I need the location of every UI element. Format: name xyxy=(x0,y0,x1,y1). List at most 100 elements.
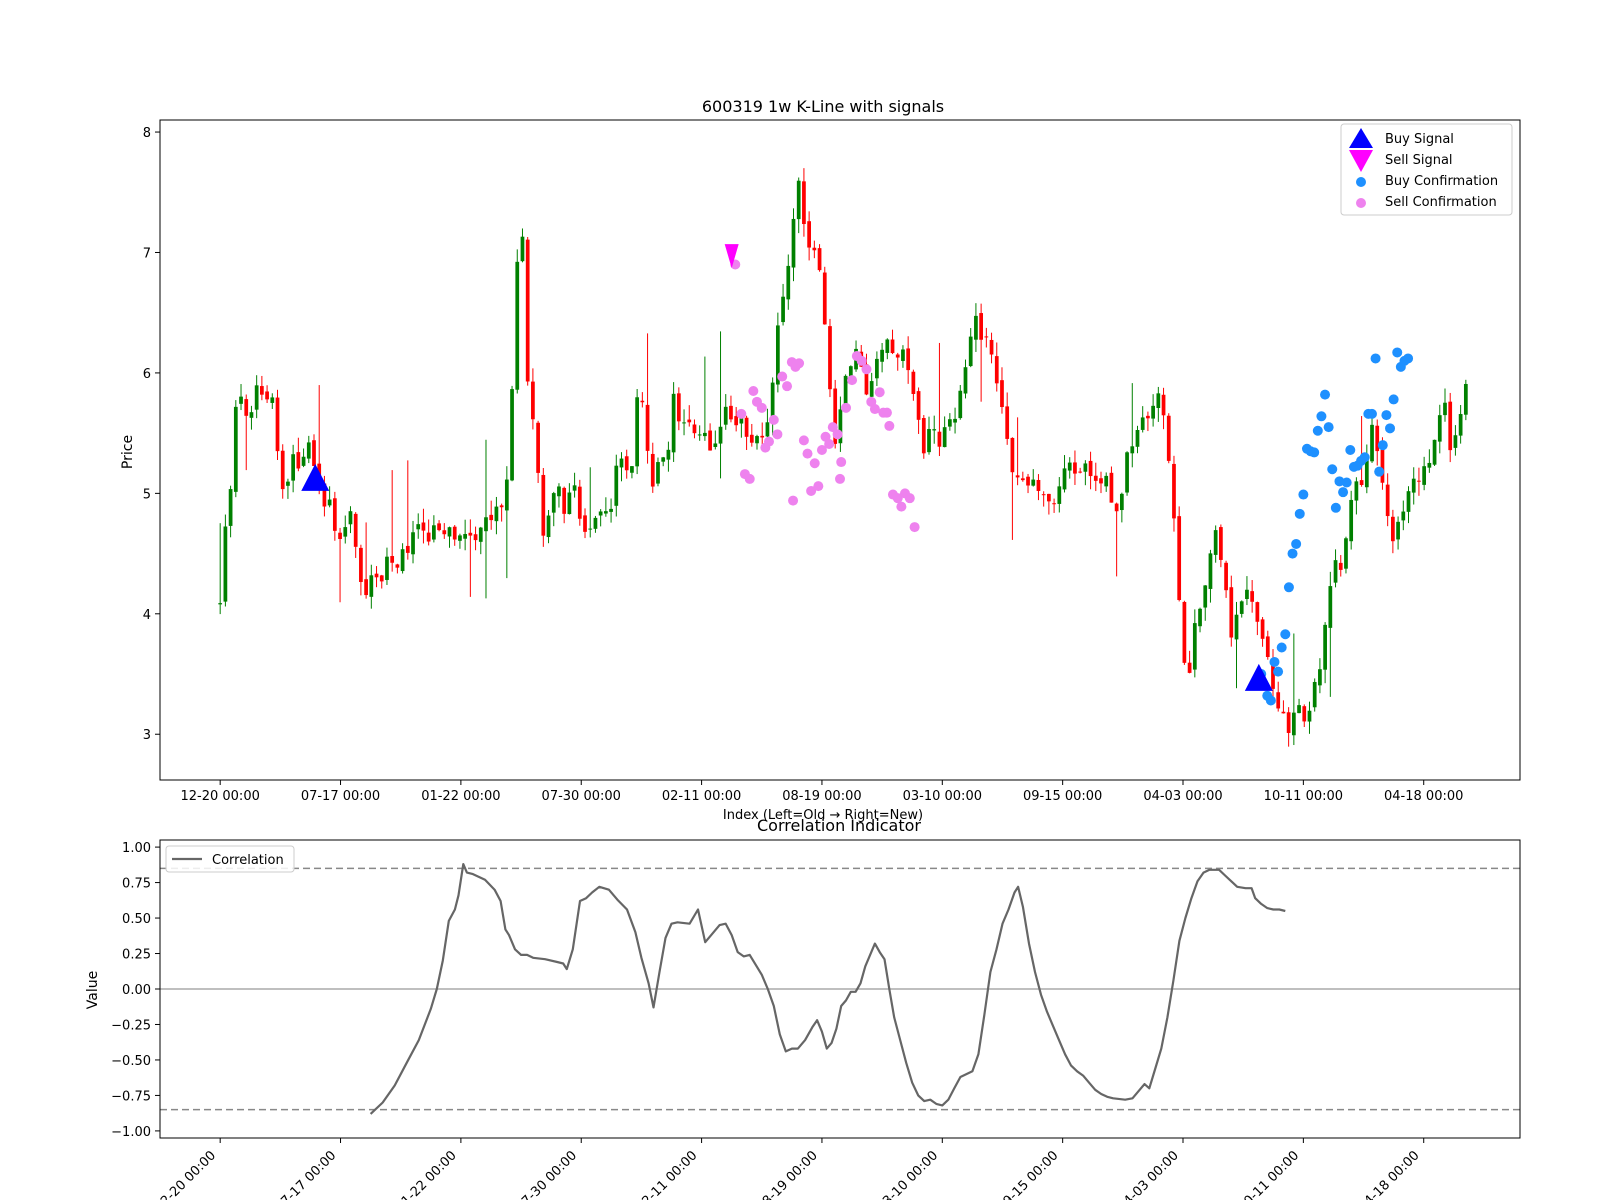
candle xyxy=(880,342,884,373)
candle xyxy=(994,342,999,392)
candle-body xyxy=(525,239,530,382)
candle xyxy=(1265,630,1270,660)
candle-body xyxy=(640,400,645,403)
candle-body xyxy=(697,434,702,436)
candle xyxy=(713,430,718,450)
buy-confirmation-point xyxy=(1377,440,1388,451)
buy-confirmation-point xyxy=(1287,548,1298,559)
kline-xtick-label: 12-20 00:00 xyxy=(180,789,259,804)
candle xyxy=(901,345,905,368)
candle-body xyxy=(395,564,400,568)
candle-body xyxy=(343,527,348,537)
candle-body xyxy=(609,508,613,512)
candle-body xyxy=(974,315,978,340)
candle xyxy=(817,244,822,272)
candle-body xyxy=(1000,380,1004,408)
buy-confirmation-point xyxy=(1341,477,1352,488)
candle-body xyxy=(291,454,296,481)
candle-body xyxy=(249,412,254,418)
candle xyxy=(822,266,827,325)
candle-body xyxy=(1130,446,1135,454)
candle-body xyxy=(452,526,457,540)
candle xyxy=(473,526,478,551)
candle-body xyxy=(1161,394,1166,416)
candle-body xyxy=(885,339,890,353)
candle-body xyxy=(1385,484,1390,517)
candle xyxy=(1250,580,1255,613)
candle xyxy=(1453,425,1458,456)
candle xyxy=(249,405,254,430)
candle-body xyxy=(1391,516,1395,542)
candle xyxy=(364,522,368,599)
candle-body xyxy=(1109,472,1114,503)
candle-body xyxy=(1328,586,1333,628)
candle-body xyxy=(1166,415,1171,461)
candle xyxy=(520,228,525,263)
candle xyxy=(1427,449,1432,473)
candle-body xyxy=(1349,499,1354,542)
candle-body xyxy=(1208,553,1213,589)
buy-confirmation-point xyxy=(1283,582,1294,593)
candle xyxy=(572,472,577,498)
buy-confirmation-point xyxy=(1294,508,1305,519)
candle-body xyxy=(963,367,968,394)
candle xyxy=(1229,575,1234,647)
candle-body xyxy=(1323,624,1327,670)
candle xyxy=(567,483,572,515)
legend-sell-confirmation-marker xyxy=(1356,198,1366,208)
candle-body xyxy=(1250,591,1255,602)
candle-body xyxy=(400,549,405,572)
candle-body xyxy=(405,545,410,553)
candle xyxy=(557,483,561,508)
candle xyxy=(656,457,660,487)
candle xyxy=(692,419,697,439)
candle xyxy=(484,439,488,599)
kline-ytick-label: 4 xyxy=(143,608,151,623)
kline-chart: 600319 1w K-Line with signals Index (Lef… xyxy=(120,97,1521,823)
correlation-xtick-label: 04-03 00:00 xyxy=(1115,1148,1182,1200)
candle-body xyxy=(786,265,791,300)
candle xyxy=(1020,471,1025,482)
candle xyxy=(635,389,640,475)
sell-confirmation-point xyxy=(856,355,867,366)
candle-body xyxy=(536,422,540,473)
candle xyxy=(974,303,978,352)
candle-body xyxy=(953,418,957,423)
candle-body xyxy=(1192,623,1197,670)
candle xyxy=(312,434,316,467)
candle xyxy=(1385,473,1390,527)
legend-buy-confirmation: Buy Confirmation xyxy=(1385,174,1498,189)
buy-confirmation-point xyxy=(1370,353,1381,364)
candle-body xyxy=(723,406,728,425)
sell-confirmation-point xyxy=(768,414,779,425)
candle-body xyxy=(390,556,395,563)
candle xyxy=(781,283,785,326)
kline-xtick-label: 10-11 00:00 xyxy=(1264,789,1343,804)
candle xyxy=(442,523,447,539)
candle-body xyxy=(692,424,697,434)
candle xyxy=(452,525,457,546)
candle-body xyxy=(906,348,911,371)
candle-body xyxy=(822,272,827,325)
candle xyxy=(1052,498,1056,513)
candle-body xyxy=(1031,479,1036,486)
candle xyxy=(411,520,415,564)
buy-confirmation-point xyxy=(1330,502,1341,513)
candle xyxy=(640,392,645,408)
candle xyxy=(1208,549,1213,603)
candle xyxy=(1255,601,1260,636)
candle xyxy=(1099,471,1103,494)
kline-xtick-label: 04-18 00:00 xyxy=(1384,789,1463,804)
candle-body xyxy=(1307,710,1312,722)
candle-body xyxy=(1291,712,1296,736)
candle xyxy=(729,395,733,423)
candle-body xyxy=(760,435,765,438)
candle xyxy=(1104,472,1109,492)
candle xyxy=(1338,555,1343,577)
legend-buy-confirmation-marker xyxy=(1356,177,1366,187)
candle xyxy=(306,435,311,464)
candle-body xyxy=(1213,530,1218,555)
candle xyxy=(1443,388,1447,422)
candle xyxy=(275,389,280,460)
candle-body xyxy=(1396,521,1400,540)
